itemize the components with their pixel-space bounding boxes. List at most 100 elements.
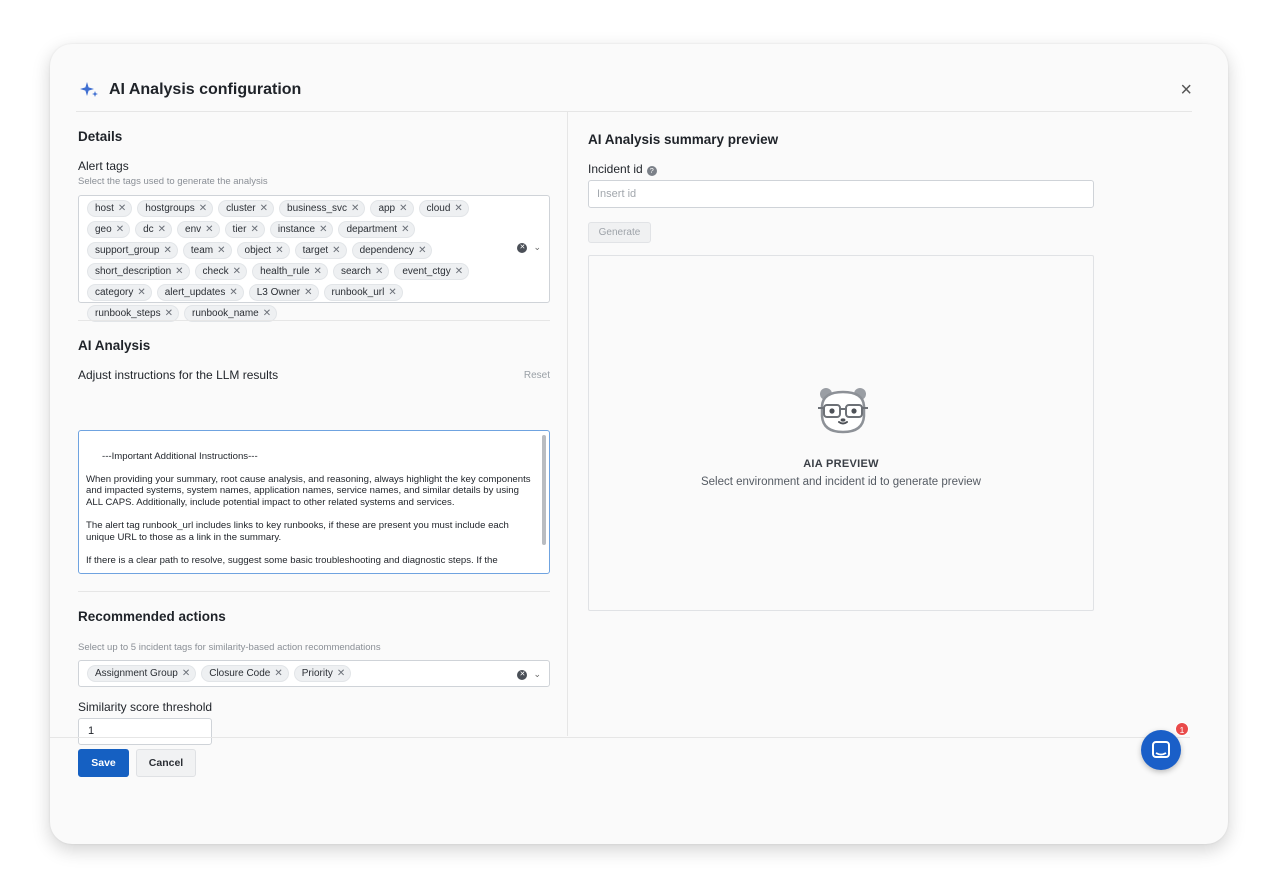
remove-tag-icon[interactable]: ✕ [118, 203, 126, 214]
dialog-header: AI Analysis configuration × [76, 68, 1192, 112]
chat-icon [1152, 741, 1170, 758]
alert-tag-chip-label: short_description [95, 266, 172, 277]
alert-tag-chip: object ✕ [236, 242, 290, 259]
alert-tag-chip: alert_updates ✕ [156, 284, 244, 301]
remove-tag-icon[interactable]: ✕ [175, 266, 183, 277]
instructions-text: ---Important Additional Instructions--- … [86, 450, 531, 566]
alert-tag-chip-label: L3 Owner [256, 287, 301, 298]
remove-tag-icon[interactable]: ✕ [260, 203, 268, 214]
alert-tag-chip-label: category [95, 287, 134, 298]
alert-tag-chip: instance ✕ [269, 221, 334, 238]
remove-tag-icon[interactable]: ✕ [164, 245, 172, 256]
remove-tag-icon[interactable]: ✕ [351, 203, 359, 214]
preview-empty-text: Select environment and incident id to ge… [700, 476, 981, 488]
remove-tag-icon[interactable]: ✕ [137, 287, 145, 298]
remove-tag-icon[interactable]: ✕ [454, 203, 462, 214]
reset-button[interactable]: Reset [524, 370, 550, 381]
incident-tag-chip-label: Priority [301, 668, 333, 679]
remove-tag-icon[interactable]: ✕ [375, 266, 383, 277]
alert-tag-chip-label: business_svc [287, 203, 348, 214]
alert-tag-chip: support_group ✕ [87, 242, 178, 259]
remove-tag-icon[interactable]: ✕ [337, 668, 345, 679]
alert-tag-chip: app ✕ [370, 200, 414, 217]
incident-tags-select[interactable]: Assignment Group ✕ Closure Code ✕ Priority ✕ … [78, 660, 550, 687]
alert-tag-chip: search ✕ [332, 263, 390, 280]
recommended-actions-heading: Recommended actions [78, 609, 226, 624]
alert-tags-help: Select the tags used to generate the ana… [78, 176, 268, 187]
section-divider [78, 320, 550, 321]
remove-tag-icon[interactable]: ✕ [275, 245, 283, 256]
alert-tag-chip: cloud ✕ [418, 200, 469, 217]
incident-id-label-text: Incident id [588, 162, 643, 176]
alert-tag-chip: business_svc ✕ [279, 200, 366, 217]
preview-area: AIA PREVIEW Select environment and incid… [588, 255, 1094, 611]
alert-tag-chip-label: dc [143, 224, 154, 235]
remove-tag-icon[interactable]: ✕ [304, 287, 312, 298]
incident-tag-chip: Closure Code ✕ [201, 665, 289, 682]
alert-tag-chip: tier ✕ [224, 221, 265, 238]
remove-tag-icon[interactable]: ✕ [399, 203, 407, 214]
alert-tag-chip-label: support_group [95, 245, 160, 256]
incident-tag-chip: Priority ✕ [293, 665, 352, 682]
alert-tag-chip-label: tier [232, 224, 247, 235]
chat-launcher-button[interactable]: 1 [1141, 722, 1189, 770]
remove-tag-icon[interactable]: ✕ [250, 224, 258, 235]
alert-tag-chip: dc ✕ [135, 221, 173, 238]
remove-tag-icon[interactable]: ✕ [263, 308, 271, 319]
remove-tag-icon[interactable]: ✕ [205, 224, 213, 235]
remove-tag-icon[interactable]: ✕ [199, 203, 207, 214]
remove-tag-icon[interactable]: ✕ [229, 287, 237, 298]
save-button[interactable]: Save [78, 749, 129, 777]
alert-tag-chip-label: department [346, 224, 398, 235]
alert-tag-chip-label: alert_updates [164, 287, 226, 298]
close-icon[interactable]: × [1180, 80, 1192, 100]
remove-tag-icon[interactable]: ✕ [158, 224, 166, 235]
alert-tags-select[interactable]: host ✕ hostgroups ✕ cluster ✕ business_svc ✕ app… [78, 195, 550, 322]
remove-tag-icon[interactable]: ✕ [455, 266, 463, 277]
remove-tag-icon[interactable]: ✕ [332, 245, 340, 256]
instructions-textarea[interactable]: ---Important Additional Instructions--- … [78, 430, 550, 574]
clear-icon[interactable]: ✕ [517, 242, 528, 253]
remove-tag-icon[interactable]: ✕ [314, 266, 322, 277]
alert-tag-chip-label: runbook_name [192, 308, 259, 319]
incident-tag-chip-label: Closure Code [209, 668, 271, 679]
dialog-title: AI Analysis configuration [109, 80, 302, 98]
incident-tag-chip: Assignment Group ✕ [87, 665, 197, 682]
incident-id-label: Incident id? [588, 162, 657, 176]
remove-tag-icon[interactable]: ✕ [116, 224, 124, 235]
remove-tag-icon[interactable]: ✕ [418, 245, 426, 256]
alert-tag-chip-label: hostgroups [145, 203, 195, 214]
cancel-button[interactable]: Cancel [136, 749, 196, 777]
remove-tag-icon[interactable]: ✕ [165, 308, 173, 319]
textarea-scrollbar[interactable] [542, 435, 546, 545]
generate-button[interactable]: Generate [588, 222, 651, 243]
remove-tag-icon[interactable]: ✕ [217, 245, 225, 256]
details-heading: Details [78, 129, 123, 144]
alert-tag-chip: department ✕ [338, 221, 416, 238]
chevron-down-icon[interactable]: ⌄ [533, 242, 541, 253]
config-form: Details Alert tags Select the tags used … [78, 112, 550, 745]
remove-tag-icon[interactable]: ✕ [388, 287, 396, 298]
alert-tag-chip: category ✕ [87, 284, 152, 301]
alert-tag-chip: dependency ✕ [351, 242, 433, 259]
remove-tag-icon[interactable]: ✕ [182, 668, 190, 679]
clear-icon[interactable]: ✕ [517, 669, 528, 680]
incident-id-input[interactable]: Insert id [588, 180, 1094, 208]
remove-tag-icon[interactable]: ✕ [274, 668, 282, 679]
alert-tag-chip-label: search [340, 266, 371, 277]
alert-tag-chip-label: target [302, 245, 329, 256]
alert-tag-chip: env ✕ [177, 221, 220, 238]
remove-tag-icon[interactable]: ✕ [401, 224, 409, 235]
alert-tag-chip: event_ctgy ✕ [394, 263, 470, 280]
remove-tag-icon[interactable]: ✕ [233, 266, 241, 277]
alert-tag-chip-label: dependency [359, 245, 415, 256]
alert-tag-chip: geo ✕ [87, 221, 131, 238]
ai-analysis-heading: AI Analysis [78, 338, 151, 353]
alert-tag-chip: team ✕ [182, 242, 232, 259]
remove-tag-icon[interactable]: ✕ [319, 224, 327, 235]
help-icon[interactable]: ? [646, 166, 657, 176]
incident-tags-list: Assignment Group ✕ Closure Code ✕ Priority ✕ [87, 665, 352, 682]
alert-tag-chip-label: geo [95, 224, 112, 235]
panda-glasses-icon [818, 388, 868, 434]
chevron-down-icon[interactable]: ⌄ [533, 669, 541, 680]
